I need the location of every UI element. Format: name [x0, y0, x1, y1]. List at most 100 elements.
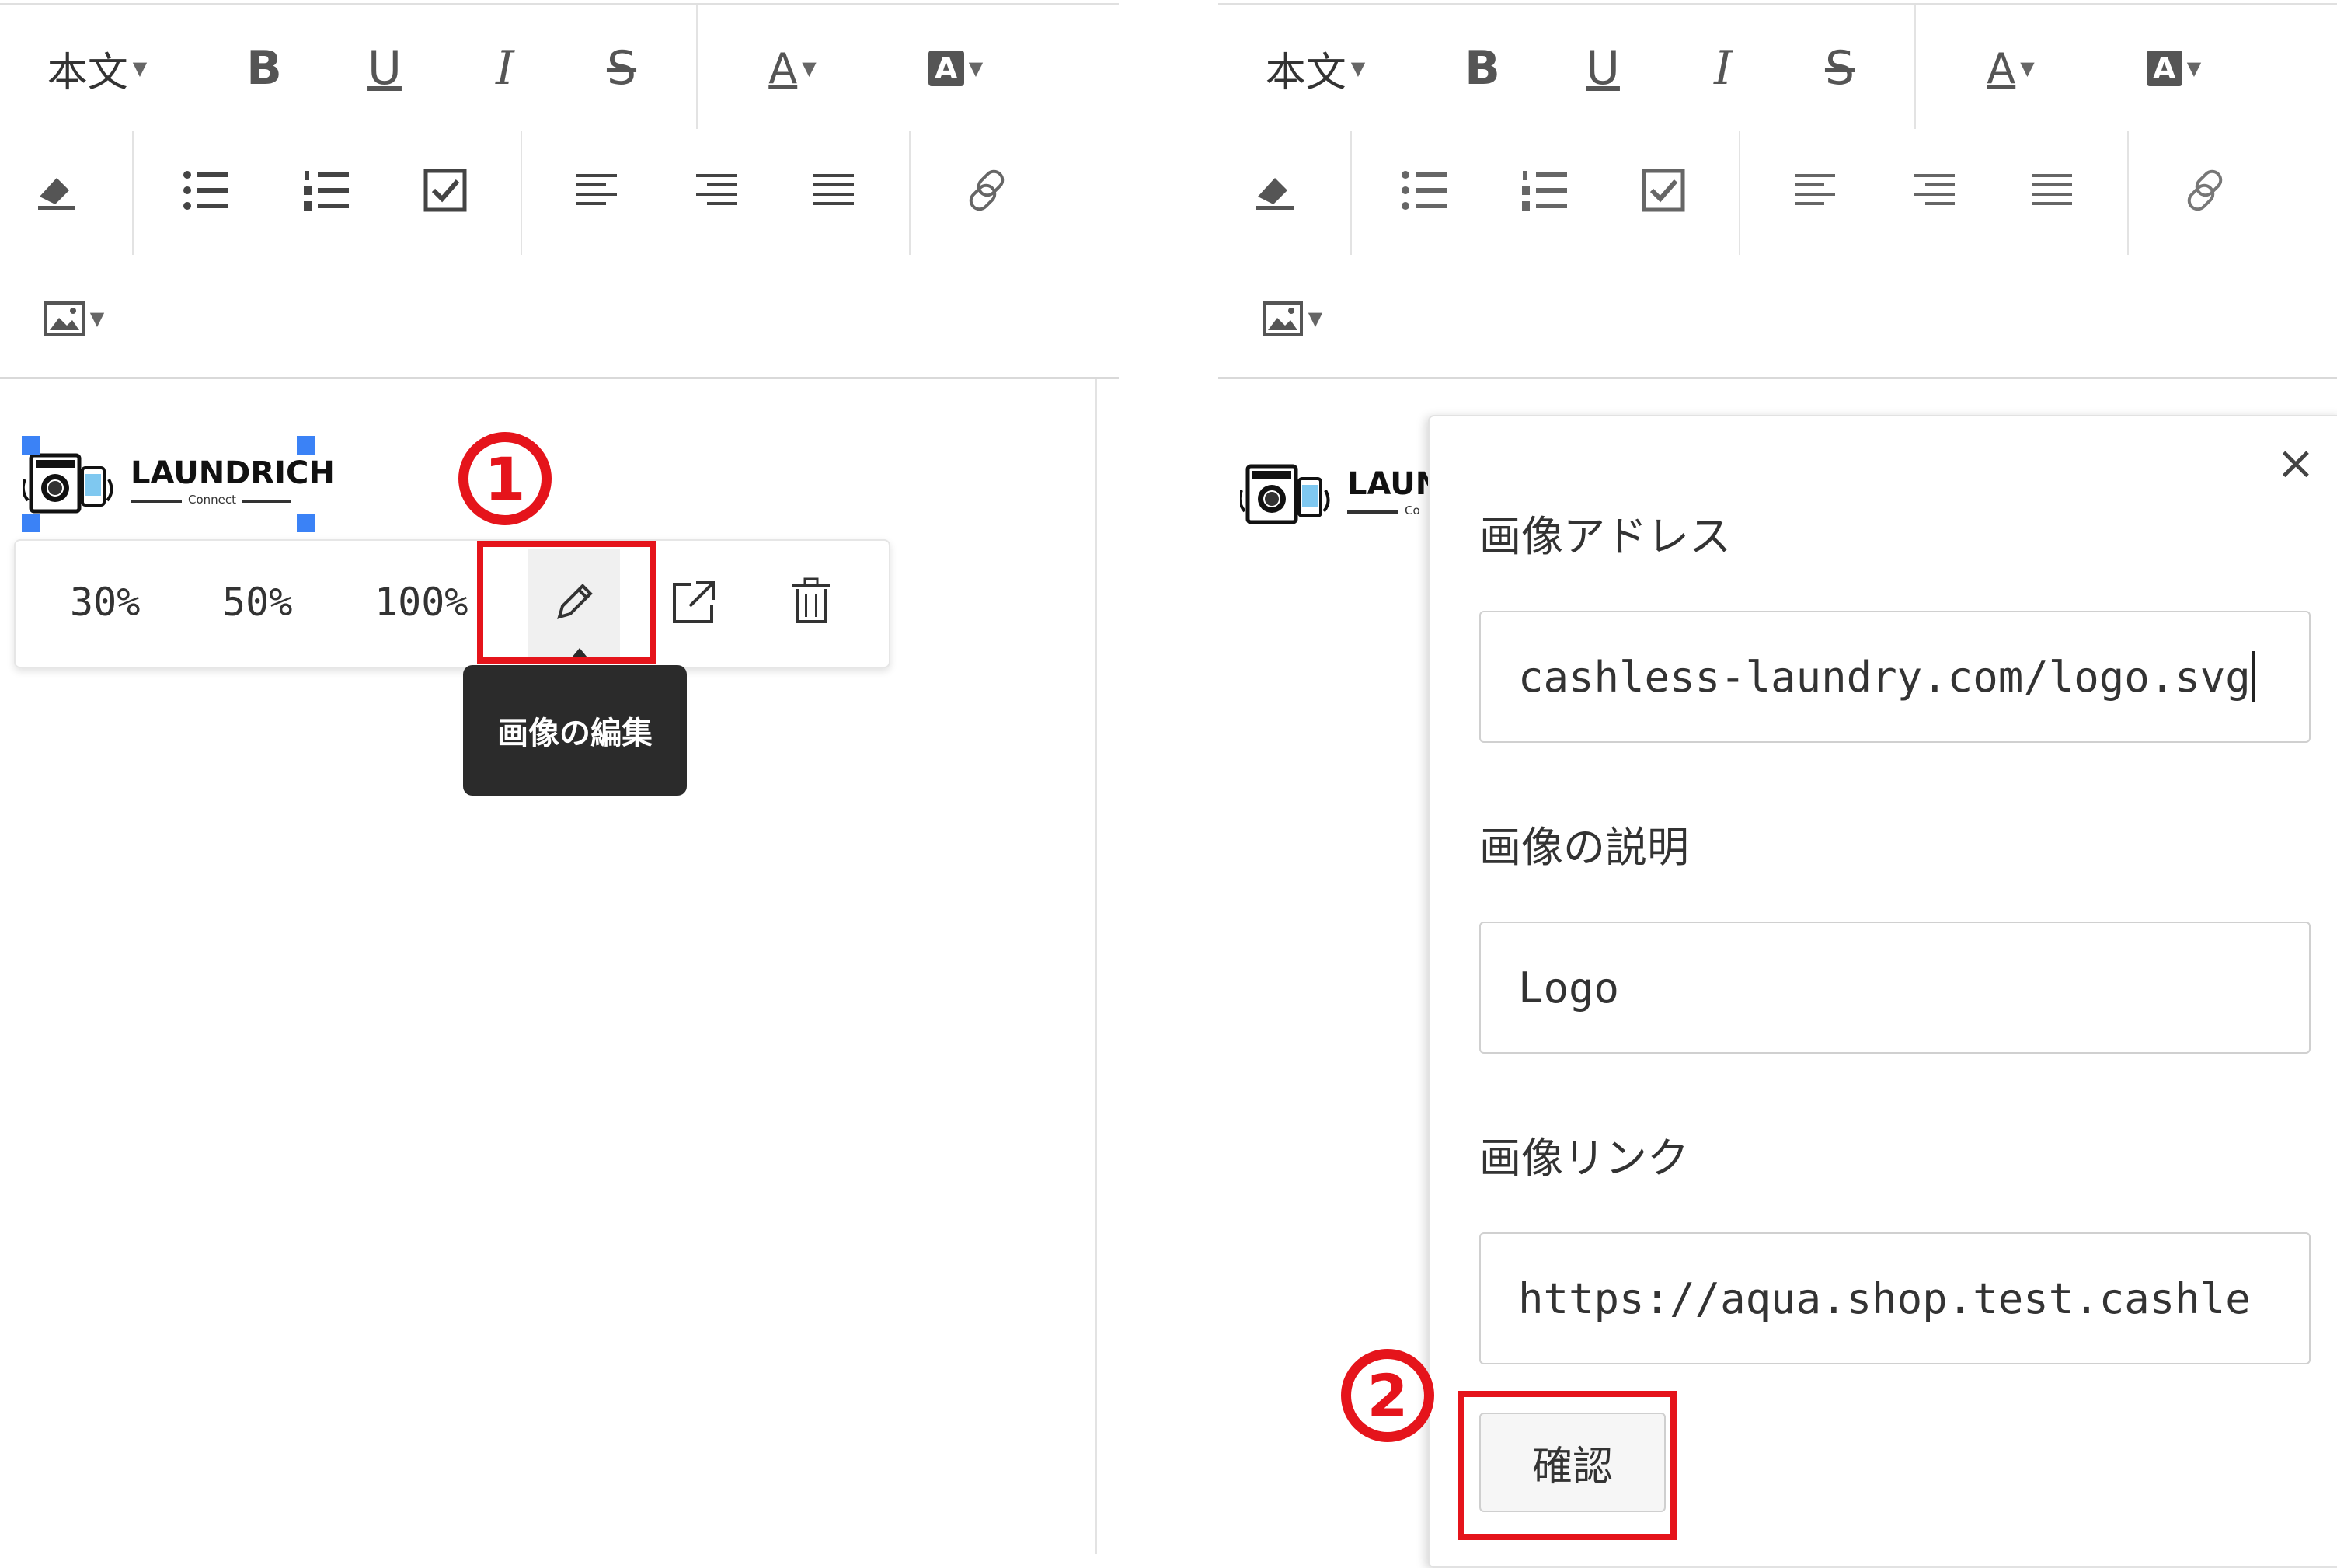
font-color-icon: A — [768, 44, 798, 93]
image-description-label: 画像の説明 — [1479, 823, 1689, 872]
step-1-highlight — [477, 541, 656, 664]
image-insert-dropdown[interactable]: ▼ — [31, 291, 117, 346]
text-cursor — [2252, 651, 2255, 702]
align-justify-button[interactable] — [2025, 163, 2079, 218]
bold-button[interactable]: B — [233, 37, 295, 99]
font-color-icon: A — [1987, 44, 2016, 93]
align-right-icon — [696, 174, 737, 205]
paragraph-style-label: 本文 — [47, 49, 128, 96]
italic-button[interactable]: I — [1692, 37, 1754, 99]
paragraph-style-label: 本文 — [1265, 49, 1346, 96]
underline-button[interactable]: U — [1572, 37, 1634, 99]
selected-logo-image[interactable]: LAUNDRICH Connect — [23, 444, 335, 521]
chevron-down-icon: ▼ — [968, 57, 984, 79]
align-justify-button[interactable] — [806, 163, 861, 218]
eraser-button[interactable] — [30, 163, 84, 218]
underline-button[interactable]: U — [354, 37, 416, 99]
strikethrough-icon: S — [1824, 41, 1855, 96]
chevron-down-icon: ▼ — [2186, 57, 2202, 79]
close-icon[interactable]: × — [2276, 440, 2315, 486]
numbered-list-button[interactable] — [1517, 163, 1572, 218]
step-2-highlight — [1458, 1391, 1677, 1540]
logo-rule — [242, 500, 291, 503]
step-1-marker: 1 — [458, 432, 552, 525]
image-link-field[interactable]: https://aqua.shop.test.cashle — [1479, 1232, 2311, 1364]
image-icon — [1262, 301, 1303, 336]
checkbox-icon — [1642, 169, 1685, 212]
size-50-button[interactable]: 50% — [222, 580, 292, 625]
link-icon — [2187, 169, 2223, 211]
washing-machine-icon — [1240, 464, 1330, 524]
link-icon — [969, 169, 1005, 211]
paragraph-style-dropdown[interactable]: 本文 ▼ — [1249, 37, 1381, 99]
font-color-button[interactable]: A ▼ — [750, 37, 835, 99]
numbered-list-icon — [304, 171, 349, 211]
bold-icon: B — [246, 41, 282, 96]
background-color-button[interactable]: A ▼ — [913, 37, 998, 99]
step-2-number: 2 — [1367, 1361, 1409, 1430]
edit-image-tooltip: 画像の編集 — [463, 665, 687, 796]
strikethrough-button[interactable]: S — [1809, 37, 1871, 99]
image-link-value: https://aqua.shop.test.cashle — [1518, 1274, 2251, 1323]
logo-wordmark: LAUNDRICH — [131, 455, 335, 491]
bold-icon: B — [1465, 41, 1500, 96]
chevron-down-icon: ▼ — [89, 308, 105, 329]
step-1-number: 1 — [484, 444, 526, 514]
resize-handle-bottom-left[interactable] — [22, 514, 40, 532]
step-2-marker: 2 — [1341, 1349, 1434, 1442]
link-button[interactable] — [960, 163, 1014, 218]
resize-handle-bottom-right[interactable] — [297, 514, 315, 532]
align-right-button[interactable] — [689, 163, 744, 218]
strikethrough-icon: S — [606, 41, 637, 96]
eraser-icon — [1256, 178, 1294, 210]
bullet-list-icon — [183, 171, 228, 210]
bold-button[interactable]: B — [1451, 37, 1513, 99]
editor-scroll-edge — [1095, 379, 1097, 1554]
logo-subtitle: Connect — [188, 493, 237, 507]
align-right-icon — [1914, 174, 1955, 205]
size-100-button[interactable]: 100% — [374, 580, 468, 625]
resize-handle-top-right[interactable] — [297, 436, 315, 455]
logo-subtitle: Co — [1405, 504, 1420, 517]
toolbar-divider — [1739, 131, 1740, 255]
eraser-button[interactable] — [1248, 163, 1302, 218]
bullet-list-icon — [1402, 171, 1447, 210]
strikethrough-button[interactable]: S — [590, 37, 653, 99]
align-left-icon — [576, 174, 617, 205]
bullet-list-button[interactable] — [179, 163, 233, 218]
numbered-list-icon — [1522, 171, 1567, 211]
paragraph-style-dropdown[interactable]: 本文 ▼ — [31, 37, 163, 99]
toolbar-divider — [1914, 5, 1916, 129]
open-external-icon[interactable] — [670, 578, 718, 626]
align-right-button[interactable] — [1907, 163, 1962, 218]
toolbar-divider — [909, 131, 911, 255]
eraser-icon — [38, 178, 75, 210]
font-color-button[interactable]: A ▼ — [1968, 37, 2053, 99]
image-description-field[interactable]: Logo — [1479, 922, 2311, 1054]
logo-rule — [131, 500, 182, 503]
trash-icon[interactable] — [789, 577, 833, 626]
numbered-list-button[interactable] — [299, 163, 354, 218]
align-left-icon — [1795, 174, 1835, 205]
background-color-button[interactable]: A ▼ — [2131, 37, 2217, 99]
logo-rule — [1347, 510, 1398, 514]
image-address-field[interactable]: cashless-laundry.com/logo.svg — [1479, 611, 2311, 743]
toolbar-top-border — [0, 3, 1119, 5]
logo-image[interactable]: LAUN Co — [1240, 455, 1434, 531]
underline-icon: U — [367, 41, 402, 96]
logo-wordmark: LAUN — [1347, 466, 1434, 502]
underline-icon: U — [1586, 41, 1620, 96]
checklist-button[interactable] — [418, 163, 472, 218]
chevron-down-icon: ▼ — [132, 57, 148, 79]
size-30-button[interactable]: 30% — [70, 580, 140, 625]
bullet-list-button[interactable] — [1397, 163, 1451, 218]
resize-handle-top-left[interactable] — [22, 436, 40, 455]
align-left-button[interactable] — [569, 163, 624, 218]
checklist-button[interactable] — [1636, 163, 1691, 218]
image-insert-dropdown[interactable]: ▼ — [1249, 291, 1335, 346]
align-left-button[interactable] — [1788, 163, 1842, 218]
toolbar-divider — [521, 131, 522, 255]
link-button[interactable] — [2178, 163, 2232, 218]
chevron-down-icon: ▼ — [1350, 57, 1366, 79]
italic-button[interactable]: I — [474, 37, 536, 99]
